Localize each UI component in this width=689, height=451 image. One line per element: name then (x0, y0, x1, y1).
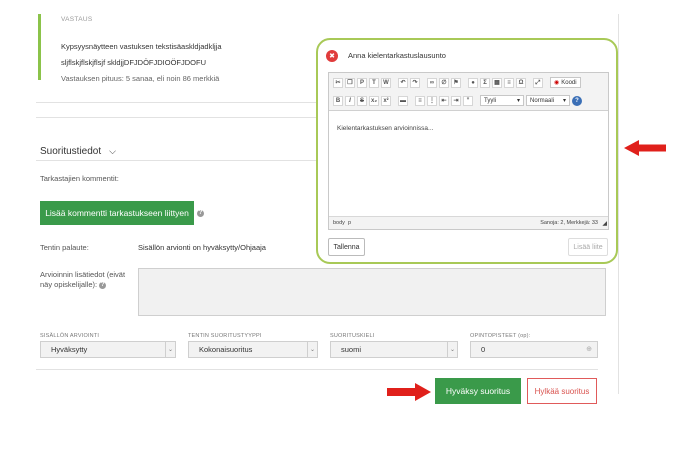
extra-info-label-line2: näy opiskelijalle): (40, 280, 98, 289)
section-toggle[interactable]: Suoritustiedot ⌵ (40, 146, 116, 157)
blockquote-icon[interactable]: ” (463, 95, 473, 106)
arrow-right-icon (387, 383, 431, 401)
reject-button[interactable]: Hylkää suoritus (527, 378, 597, 404)
language-review-dialog: ✖ Anna kielentarkastuslausunto ✂ ❐ P T W… (316, 38, 618, 264)
resize-handle-icon[interactable]: ◢ (602, 220, 607, 227)
select-value: 0 (481, 345, 486, 354)
divider (36, 369, 598, 370)
source-icon: ◉ (554, 80, 560, 86)
word-count: Sanoja: 2, Merkkejä: 33 (540, 220, 598, 226)
paste-text-icon[interactable]: T (369, 77, 379, 88)
copy-icon[interactable]: ❐ (345, 77, 355, 88)
extra-info-label-line1: Arvioinnin lisätiedot (eivät (40, 270, 126, 279)
select-value: Hyväksytty (51, 345, 88, 354)
source-code-label: Koodi (561, 79, 577, 86)
answer-text: sljflskjflskjflsjf skldjjDFJDÖFJDIOÖFJDO… (61, 58, 206, 67)
chevron-down-icon: ▾ (516, 98, 520, 104)
source-code-button[interactable]: ◉ Koodi (550, 77, 581, 88)
bold-icon[interactable]: B (333, 95, 343, 106)
field-label-language: SUORITUSKIELI (330, 333, 375, 339)
superscript-icon[interactable]: x² (381, 95, 391, 106)
field-label-credits: OPINTOPISTEET (op): (470, 333, 531, 339)
undo-icon[interactable]: ↶ (398, 77, 408, 88)
format-dropdown[interactable]: Normaali ▾ (526, 95, 570, 106)
answer-label: VASTAUS (61, 16, 93, 23)
exam-type-select[interactable]: Kokonaisuoritus ⌄ (188, 341, 318, 358)
remove-format-icon[interactable]: ▬ (398, 95, 408, 106)
numbered-list-icon[interactable]: ≡ (415, 95, 425, 106)
format-dropdown-value: Normaali (530, 97, 555, 104)
close-icon[interactable]: ✖ (326, 50, 338, 62)
chevron-down-icon: ⌄ (307, 342, 317, 357)
editor-content[interactable]: Kielentarkastuksen arvioinnissa... (337, 125, 433, 132)
style-dropdown-value: Tyyli (484, 97, 496, 104)
image-icon[interactable]: ● (468, 77, 478, 88)
horizontal-rule-icon[interactable]: ≡ (504, 77, 514, 88)
answer-question: Kypsyysnäytteen vastuksen tekstisäaskldj… (61, 42, 222, 51)
subscript-icon[interactable]: x₂ (369, 95, 379, 106)
divider (618, 14, 619, 394)
save-button[interactable]: Tallenna (328, 238, 365, 256)
answer-block: VASTAUS Kypsyysnäytteen vastuksen teksti… (38, 14, 308, 83)
section-title: Suoritustiedot (40, 146, 102, 157)
arrow-left-icon (624, 140, 666, 156)
divider (36, 160, 318, 161)
bullet-list-icon[interactable]: ⋮ (427, 95, 437, 106)
answer-length: Vastauksen pituus: 5 sanaa, eli noin 86 … (61, 74, 220, 83)
extra-info-textarea[interactable] (138, 268, 606, 316)
italic-icon[interactable]: I (345, 95, 355, 106)
unlink-icon[interactable]: ∅ (439, 77, 449, 88)
redo-icon[interactable]: ↷ (410, 77, 420, 88)
sum-icon[interactable]: Σ (480, 77, 490, 88)
content-grade-select[interactable]: Hyväksytty ⌄ (40, 341, 176, 358)
cut-icon[interactable]: ✂ (333, 77, 343, 88)
divider (36, 117, 318, 118)
link-icon[interactable]: ∞ (427, 77, 437, 88)
language-select[interactable]: suomi ⌄ (330, 341, 458, 358)
info-icon[interactable]: ? (197, 210, 204, 217)
strikethrough-icon[interactable]: S (357, 95, 367, 106)
extra-info-label: Arvioinnin lisätiedot (eivät näy opiskel… (40, 270, 125, 290)
add-attachment-button[interactable]: Lisää liite (568, 238, 608, 256)
paste-icon[interactable]: P (357, 77, 367, 88)
info-icon[interactable]: ? (99, 281, 107, 289)
feedback-label: Tentin palaute: (40, 243, 89, 252)
approve-button[interactable]: Hyväksy suoritus (435, 378, 521, 404)
element-path: body p (333, 220, 352, 226)
paste-word-icon[interactable]: W (381, 77, 391, 88)
field-label-content-grade: SISÄLLÖN ARVIOINTI (40, 333, 100, 339)
comments-label: Tarkastajien kommentit: (40, 174, 119, 183)
select-value: Kokonaisuoritus (199, 345, 253, 354)
editor-toolbar: ✂ ❐ P T W ↶ ↷ ∞ ∅ ⚑ ● Σ ▦ ≡ Ω ⤢ ◉ Koodi … (329, 73, 608, 111)
anchor-icon[interactable]: ⚑ (451, 77, 461, 88)
stepper-icon[interactable]: ⊕ (586, 345, 592, 353)
chevron-down-icon: ⌄ (165, 342, 175, 357)
style-dropdown[interactable]: Tyyli ▾ (480, 95, 524, 106)
chevron-down-icon: ⌄ (447, 342, 457, 357)
chevron-down-icon: ⌵ (109, 146, 116, 156)
indent-icon[interactable]: ⇥ (451, 95, 461, 106)
help-icon[interactable]: ? (572, 95, 582, 106)
field-label-exam-type: TENTIN SUORITUSTYYPPI (188, 333, 262, 339)
select-value: suomi (341, 345, 362, 354)
divider (36, 102, 318, 103)
editor-status-bar: body p Sanoja: 2, Merkkejä: 33 ◢ (329, 216, 608, 229)
special-char-icon[interactable]: Ω (516, 77, 526, 88)
rich-text-editor: ✂ ❐ P T W ↶ ↷ ∞ ∅ ⚑ ● Σ ▦ ≡ Ω ⤢ ◉ Koodi … (328, 72, 609, 230)
chevron-down-icon: ▾ (562, 98, 566, 104)
table-icon[interactable]: ▦ (492, 77, 502, 88)
feedback-value: Sisällön arvionti on hyväksytty/Ohjaaja (138, 243, 266, 252)
dialog-title: Anna kielentarkastuslausunto (348, 51, 446, 60)
add-comment-button[interactable]: Lisää kommentti tarkastukseen liittyen (40, 201, 194, 225)
outdent-icon[interactable]: ⇤ (439, 95, 449, 106)
credits-stepper[interactable]: 0 ⊕ (470, 341, 598, 358)
maximize-icon[interactable]: ⤢ (533, 77, 543, 88)
